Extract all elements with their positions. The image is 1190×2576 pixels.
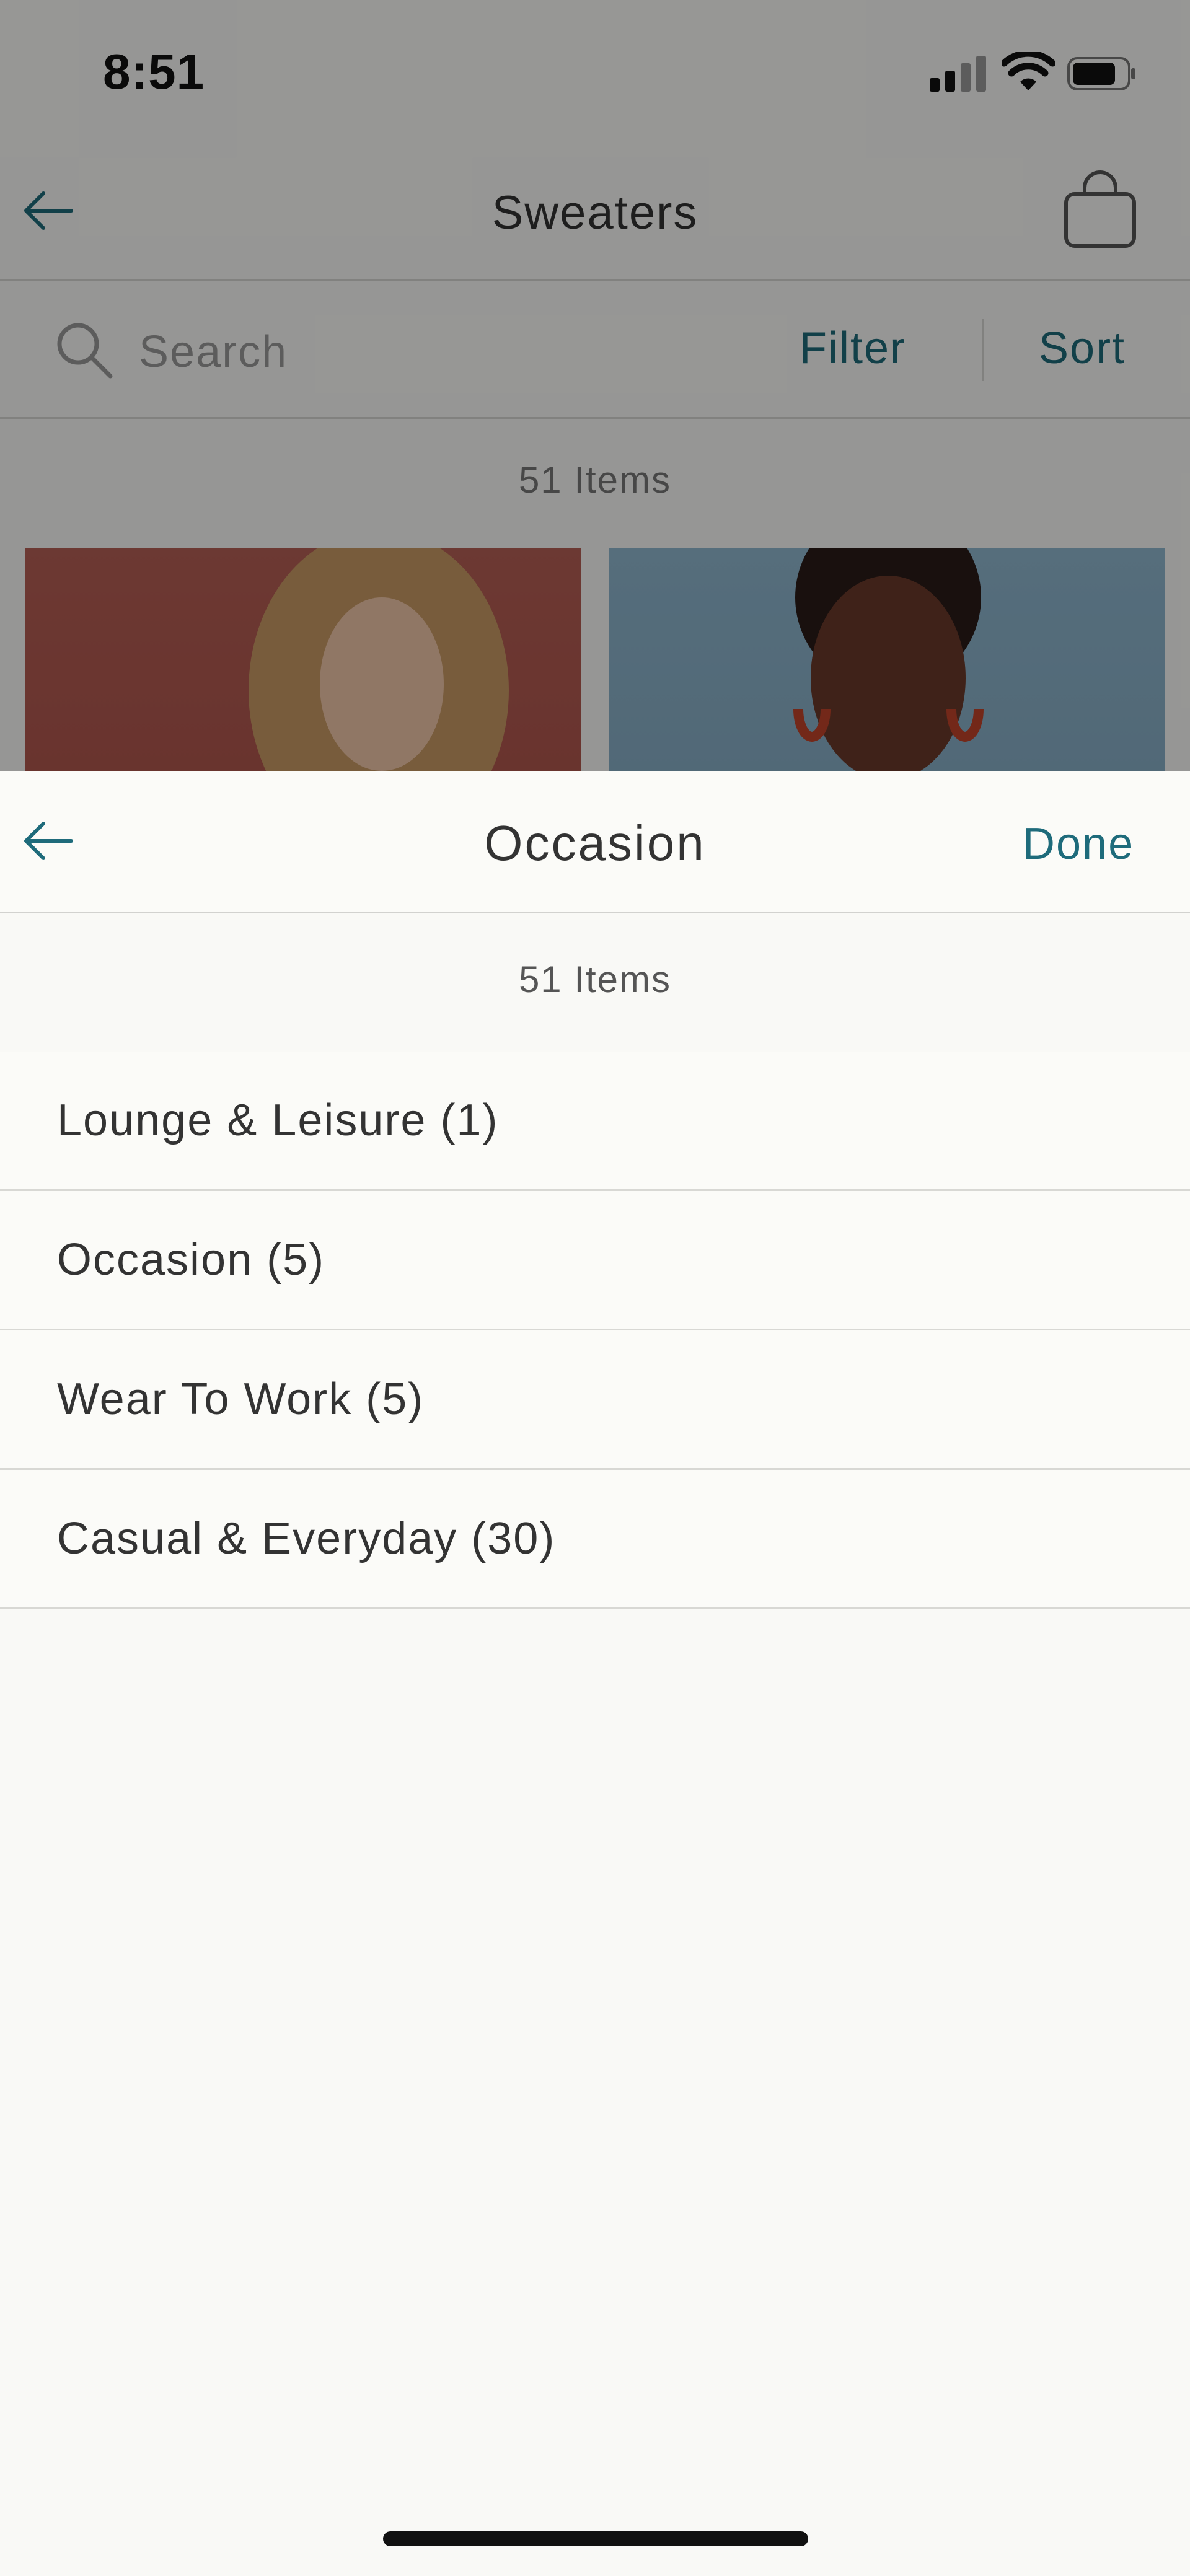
option-occasion[interactable]: Occasion (5) — [0, 1191, 1190, 1330]
status-bar: 8:51 — [0, 0, 1190, 149]
vertical-divider — [982, 319, 984, 381]
sheet-item-count: 51 Items — [518, 959, 672, 1000]
battery-icon — [1067, 57, 1135, 90]
option-lounge-leisure[interactable]: Lounge & Leisure (1) — [0, 1052, 1190, 1191]
product-image[interactable] — [609, 548, 1165, 771]
option-casual-everyday[interactable]: Casual & Everyday (30) — [0, 1470, 1190, 1609]
search-filter-bar: Filter Sort — [0, 281, 1190, 419]
page-title: Sweaters — [491, 187, 699, 239]
signal-icon — [930, 56, 987, 92]
sort-button[interactable]: Sort — [1039, 323, 1126, 374]
done-button[interactable]: Done — [1023, 819, 1134, 869]
occasion-options-list: Lounge & Leisure (1) Occasion (5) Wear T… — [0, 1052, 1190, 1609]
sheet-item-count-row: 51 Items — [0, 913, 1190, 1053]
top-nav-bar: Sweaters — [0, 149, 1190, 281]
option-label: Casual & Everyday (30) — [57, 1514, 556, 1563]
search-icon — [57, 323, 113, 379]
status-time: 8:51 — [103, 44, 205, 99]
occasion-filter-sheet: Occasion Done 51 Items Lounge & Leisure … — [0, 771, 1190, 2576]
search-input[interactable] — [139, 324, 697, 380]
shopping-bag-icon[interactable] — [1060, 170, 1140, 251]
wifi-icon — [1002, 52, 1055, 90]
home-indicator[interactable] — [383, 2531, 808, 2546]
item-count: 51 Items — [518, 459, 672, 501]
filter-button[interactable]: Filter — [800, 323, 906, 374]
option-label: Occasion (5) — [57, 1235, 325, 1285]
option-label: Wear To Work (5) — [57, 1374, 425, 1424]
product-image[interactable] — [25, 548, 581, 771]
option-wear-to-work[interactable]: Wear To Work (5) — [0, 1330, 1190, 1470]
background-screen: 8:51 Sweaters Search Filter Sort 51 Item… — [0, 0, 1190, 771]
sheet-header: Occasion Done — [0, 771, 1190, 913]
option-label: Lounge & Leisure (1) — [57, 1096, 499, 1145]
sheet-title: Occasion — [484, 815, 706, 871]
